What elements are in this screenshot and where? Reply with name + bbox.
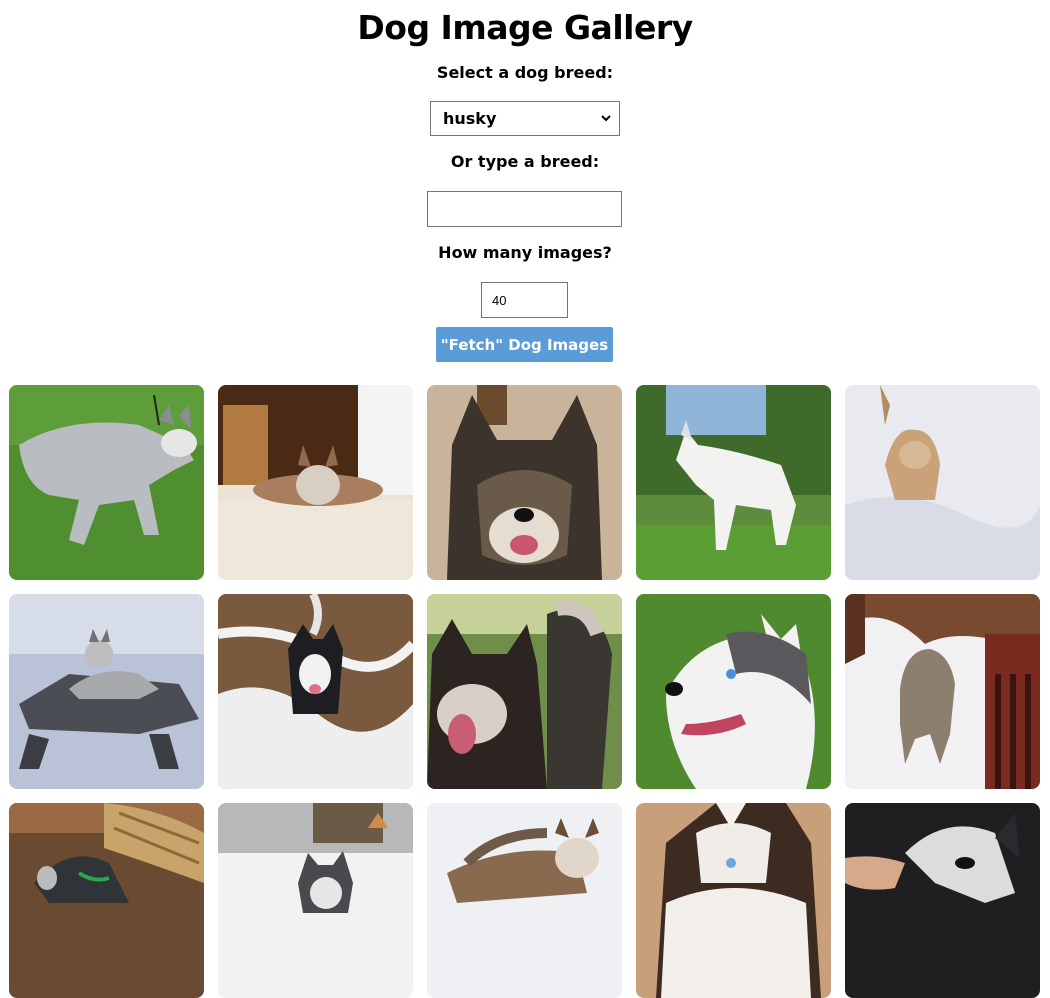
dog-image[interactable] <box>845 803 1040 998</box>
dog-photo <box>845 803 1040 998</box>
dog-photo <box>9 385 204 580</box>
dog-image[interactable] <box>9 594 204 789</box>
dog-image[interactable] <box>427 803 622 998</box>
dog-image[interactable] <box>9 385 204 580</box>
page-title: Dog Image Gallery <box>357 8 693 47</box>
dog-photo <box>427 803 622 998</box>
dog-photo <box>9 803 204 998</box>
dog-photo <box>9 594 204 789</box>
dog-image[interactable] <box>845 385 1040 580</box>
fetch-images-button[interactable]: "Fetch" Dog Images <box>436 327 613 362</box>
dog-image[interactable] <box>218 594 413 789</box>
dog-photo <box>218 594 413 789</box>
dog-photo <box>427 594 622 789</box>
chevron-down-icon <box>601 115 611 122</box>
dog-image[interactable] <box>218 385 413 580</box>
dog-photo <box>636 594 831 789</box>
dog-photo <box>636 803 831 998</box>
dog-image[interactable] <box>845 594 1040 789</box>
dog-image[interactable] <box>427 385 622 580</box>
count-label: How many images? <box>438 243 612 262</box>
dog-photo <box>845 385 1040 580</box>
dog-photo <box>845 594 1040 789</box>
image-count-input[interactable]: 40 <box>481 282 568 318</box>
breed-input-label: Or type a breed: <box>450 152 600 171</box>
breed-select[interactable]: husky <box>430 101 620 136</box>
breed-text-input[interactable] <box>427 191 622 227</box>
dog-image[interactable] <box>636 385 831 580</box>
dog-image[interactable] <box>427 594 622 789</box>
breed-select-label: Select a dog breed: <box>436 63 614 82</box>
dog-image[interactable] <box>636 803 831 998</box>
dog-photo <box>218 385 413 580</box>
dog-image[interactable] <box>636 594 831 789</box>
dog-image[interactable] <box>218 803 413 998</box>
dog-photo <box>427 385 622 580</box>
breed-select-value: husky <box>443 109 497 128</box>
dog-photo <box>218 803 413 998</box>
dog-photo <box>636 385 831 580</box>
dog-image[interactable] <box>9 803 204 998</box>
